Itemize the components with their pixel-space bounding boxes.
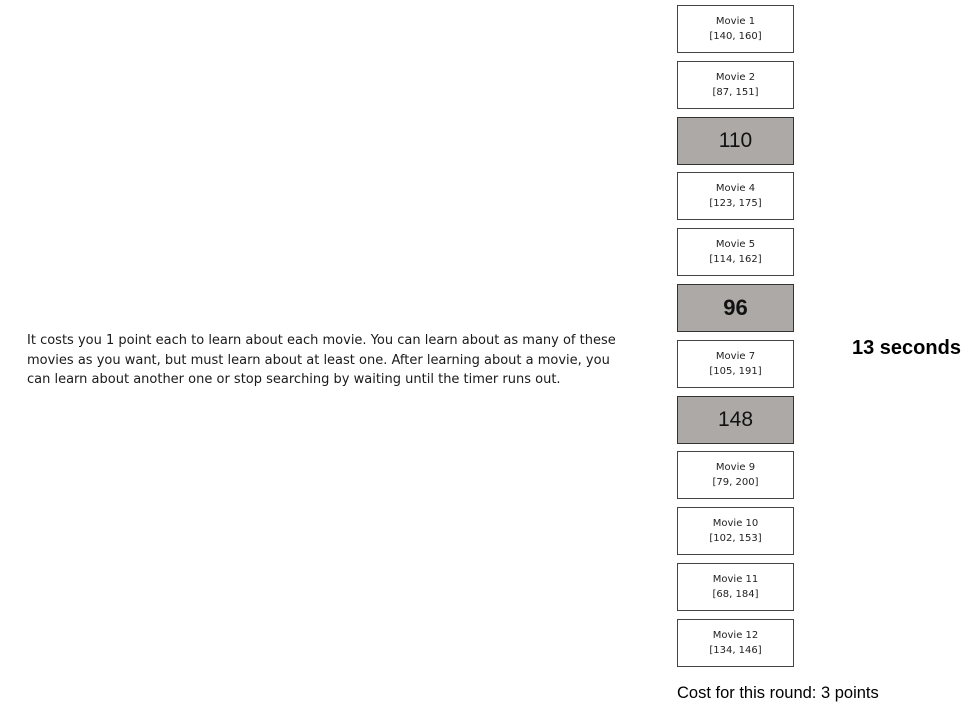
movie-name: Movie 2 bbox=[715, 71, 756, 83]
movie-card-7[interactable]: Movie 7 [105, 191] bbox=[677, 339, 794, 388]
movie-range: [68, 184] bbox=[712, 588, 759, 600]
movie-revealed-value: 96 bbox=[723, 294, 748, 320]
movie-name: Movie 1 bbox=[715, 16, 756, 27]
movie-card-2[interactable]: Movie 2 [87, 151] bbox=[677, 60, 794, 109]
movie-card-8-revealed: 148 bbox=[677, 395, 794, 444]
movie-revealed-value: 148 bbox=[717, 407, 754, 431]
movie-revealed-value: 110 bbox=[718, 128, 753, 152]
movie-card-4[interactable]: Movie 4 [123, 175] bbox=[677, 172, 794, 221]
movie-card-1[interactable]: Movie 1 [140, 160] bbox=[677, 5, 794, 53]
movie-name: Movie 5 bbox=[715, 239, 756, 251]
movie-card-9[interactable]: Movie 9 [79, 200] bbox=[677, 451, 794, 500]
movie-name: Movie 11 bbox=[712, 573, 759, 585]
movie-name: Movie 4 bbox=[715, 183, 756, 195]
movie-range: [87, 151] bbox=[712, 86, 759, 98]
movie-range: [140, 160] bbox=[709, 31, 762, 42]
movie-card-10[interactable]: Movie 10 [102, 153] bbox=[677, 507, 794, 556]
round-cost-text: Cost for this round: 3 points bbox=[677, 684, 879, 702]
movie-range: [134, 146] bbox=[709, 644, 762, 656]
movie-card-5[interactable]: Movie 5 [114, 162] bbox=[677, 228, 794, 277]
movie-name: Movie 7 bbox=[715, 350, 756, 362]
movie-range: [114, 162] bbox=[709, 254, 762, 266]
movie-list: Movie 1 [140, 160] Movie 2 [87, 151] 110… bbox=[677, 5, 794, 675]
movie-name: Movie 10 bbox=[712, 518, 759, 530]
movie-name: Movie 9 bbox=[715, 462, 756, 474]
movie-card-3-revealed: 110 bbox=[677, 116, 794, 165]
movie-card-12[interactable]: Movie 12 [134, 146] bbox=[677, 618, 794, 667]
instructions-text: It costs you 1 point each to learn about… bbox=[27, 333, 616, 387]
movie-card-6-revealed: 96 bbox=[677, 283, 794, 332]
movie-range: [79, 200] bbox=[712, 477, 759, 489]
movie-range: [123, 175] bbox=[709, 198, 762, 210]
movie-name: Movie 12 bbox=[712, 629, 759, 641]
movie-card-11[interactable]: Movie 11 [68, 184] bbox=[677, 562, 794, 611]
movie-range: [105, 191] bbox=[709, 365, 762, 377]
countdown-timer: 13 seconds bbox=[852, 337, 961, 359]
movie-range: [102, 153] bbox=[709, 533, 762, 545]
